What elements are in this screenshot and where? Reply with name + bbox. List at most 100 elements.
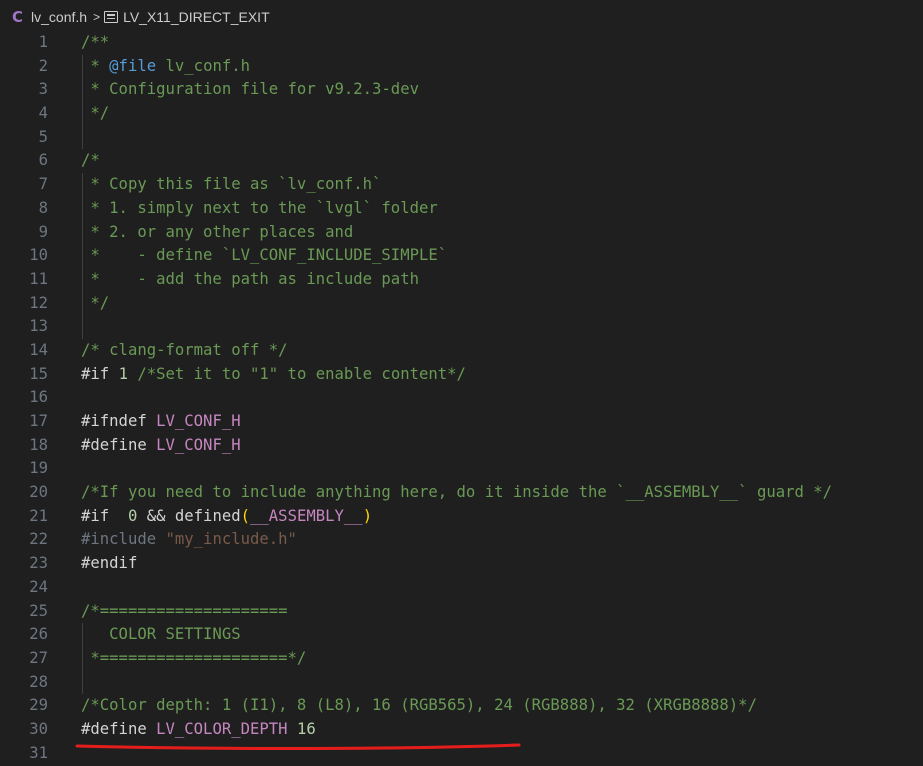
- code-line[interactable]: 29 /*Color depth: 1 (I1), 8 (L8), 16 (RGB…: [0, 694, 923, 718]
- code-line[interactable]: 10 * - define `LV_CONF_INCLUDE_SIMPLE`: [0, 244, 923, 268]
- code-token: __ASSEMBLY__: [250, 506, 363, 525]
- code-line[interactable]: 25 /*====================: [0, 600, 923, 624]
- code-text: #endif: [81, 552, 137, 576]
- line-number: 9: [38, 222, 48, 241]
- code-token: /**: [81, 33, 110, 51]
- indent-guide: [82, 670, 83, 695]
- code-token: * 2. or any other places and: [81, 222, 354, 241]
- code-token: ): [362, 506, 373, 525]
- red-underline-annotation: [75, 743, 521, 750]
- line-number: 26: [29, 625, 48, 644]
- code-token: */: [81, 104, 110, 123]
- code-line[interactable]: 14 /* clang-format off */: [0, 339, 923, 363]
- code-line[interactable]: 1 /**: [0, 31, 923, 55]
- code-line[interactable]: 16: [0, 386, 923, 410]
- code-line[interactable]: 11 * - add the path as include path: [0, 267, 923, 292]
- line-number: 23: [29, 554, 48, 573]
- code-line[interactable]: 12 */: [0, 291, 923, 316]
- code-token: "my_include.h": [165, 530, 297, 549]
- code-token: * - add the path as include path: [81, 269, 419, 288]
- line-number: 25: [29, 601, 48, 620]
- code-text: #if 0 && defined(__ASSEMBLY__): [81, 505, 372, 529]
- code-token: *====================*/: [81, 648, 307, 667]
- code-line[interactable]: 24: [0, 576, 923, 600]
- line-number: 4: [38, 104, 48, 123]
- red-underline-stroke: [75, 743, 521, 750]
- line-number: 6: [38, 151, 48, 170]
- line-number: 15: [29, 364, 48, 383]
- code-line[interactable]: 5: [0, 125, 923, 150]
- code-text: #ifndef LV_CONF_H: [81, 410, 241, 434]
- code-line[interactable]: 6 /*: [0, 149, 923, 173]
- code-line[interactable]: 17 #ifndef LV_CONF_H: [0, 410, 923, 434]
- code-line[interactable]: 22 #include "my_include.h": [0, 528, 923, 552]
- code-text: #define LV_COLOR_DEPTH 16: [81, 718, 316, 742]
- indent-guide: [82, 125, 83, 150]
- code-token: #include: [81, 530, 166, 549]
- code-token: /* clang-format off */: [81, 340, 288, 359]
- indent-guide: [82, 315, 83, 339]
- line-number: 27: [29, 648, 48, 667]
- code-line[interactable]: 15 #if 1 /*Set it to "1" to enable conten…: [0, 363, 923, 387]
- code-text: /*: [81, 149, 100, 173]
- line-number: 11: [29, 269, 48, 288]
- code-line[interactable]: 30 #define LV_COLOR_DEPTH 16: [0, 718, 923, 742]
- code-token: LV_COLOR_DEPTH: [156, 719, 288, 738]
- code-text: * - define `LV_CONF_INCLUDE_SIMPLE`: [81, 244, 447, 268]
- code-token: #define: [81, 719, 157, 738]
- code-token: /*If you need to include anything here, …: [81, 483, 833, 502]
- code-text: #if 1 /*Set it to "1" to enable content*…: [81, 363, 466, 387]
- line-number: 31: [29, 743, 48, 762]
- line-number: 21: [29, 506, 48, 525]
- code-line[interactable]: 19: [0, 457, 923, 481]
- code-text: * 1. simply next to the `lvgl` folder: [81, 197, 437, 221]
- code-token: lv_conf.h: [156, 56, 251, 75]
- line-number: 12: [29, 293, 48, 312]
- code-line[interactable]: 4 */: [0, 102, 923, 126]
- code-text: /*Color depth: 1 (I1), 8 (L8), 16 (RGB56…: [81, 694, 757, 718]
- line-number: 28: [29, 672, 48, 691]
- code-token: COLOR SETTINGS: [81, 625, 241, 644]
- code-editor[interactable]: 1/** 2 * @file lv_conf.h 3 * Configuration…: [0, 31, 923, 765]
- code-token: /*: [81, 151, 100, 170]
- code-token: 0: [127, 506, 138, 525]
- code-line[interactable]: 23 #endif: [0, 552, 923, 576]
- line-number: 22: [29, 530, 48, 549]
- code-token: #if: [81, 364, 119, 383]
- code-line[interactable]: 26 COLOR SETTINGS: [0, 623, 923, 647]
- breadcrumb: C lv_conf.h > LV_X11_DIRECT_EXIT: [0, 0, 923, 34]
- code-line[interactable]: 2 * @file lv_conf.h: [0, 54, 923, 79]
- code-line[interactable]: 13: [0, 315, 923, 339]
- code-line[interactable]: 7 * Copy this file as `lv_conf.h`: [0, 173, 923, 197]
- code-text: #define LV_CONF_H: [81, 434, 241, 458]
- code-token: /*Color depth: 1 (I1), 8 (L8), 16 (RGB56…: [81, 696, 757, 715]
- code-token: /*====================: [81, 601, 288, 620]
- breadcrumb-file[interactable]: lv_conf.h: [31, 9, 87, 25]
- code-line[interactable]: 8 * 1. simply next to the `lvgl` folder: [0, 196, 923, 221]
- code-token: * - define `LV_CONF_INCLUDE_SIMPLE`: [81, 246, 448, 265]
- code-token: && defined: [137, 506, 241, 525]
- code-line[interactable]: 20 /*If you need to include anything here…: [0, 481, 923, 505]
- code-line[interactable]: 28: [0, 670, 923, 695]
- line-number: 19: [29, 459, 48, 478]
- code-text: * - add the path as include path: [81, 268, 419, 292]
- code-line[interactable]: 18 #define LV_CONF_H: [0, 434, 923, 458]
- code-token: @file: [109, 56, 157, 75]
- code-line[interactable]: 21 #if 0 && defined(__ASSEMBLY__): [0, 505, 923, 529]
- code-text: /*If you need to include anything here, …: [81, 481, 832, 505]
- line-number: 20: [29, 483, 48, 502]
- line-number: 16: [29, 388, 48, 407]
- code-token: * Copy this file as `lv_conf.h`: [81, 175, 382, 194]
- line-number: 7: [38, 175, 48, 194]
- line-number: 24: [29, 577, 48, 596]
- code-token: * Configuration file for v9.2.3-dev: [81, 80, 419, 99]
- code-token: /*Set it to "1" to enable content*/: [127, 364, 466, 383]
- code-line[interactable]: 27 *====================*/: [0, 646, 923, 671]
- code-token: */: [81, 293, 110, 312]
- breadcrumb-symbol[interactable]: LV_X11_DIRECT_EXIT: [123, 9, 270, 25]
- code-line[interactable]: 9 * 2. or any other places and: [0, 220, 923, 245]
- code-token: (: [240, 506, 251, 525]
- code-line[interactable]: 3 * Configuration file for v9.2.3-dev: [0, 78, 923, 103]
- code-text: * @file lv_conf.h: [81, 55, 250, 79]
